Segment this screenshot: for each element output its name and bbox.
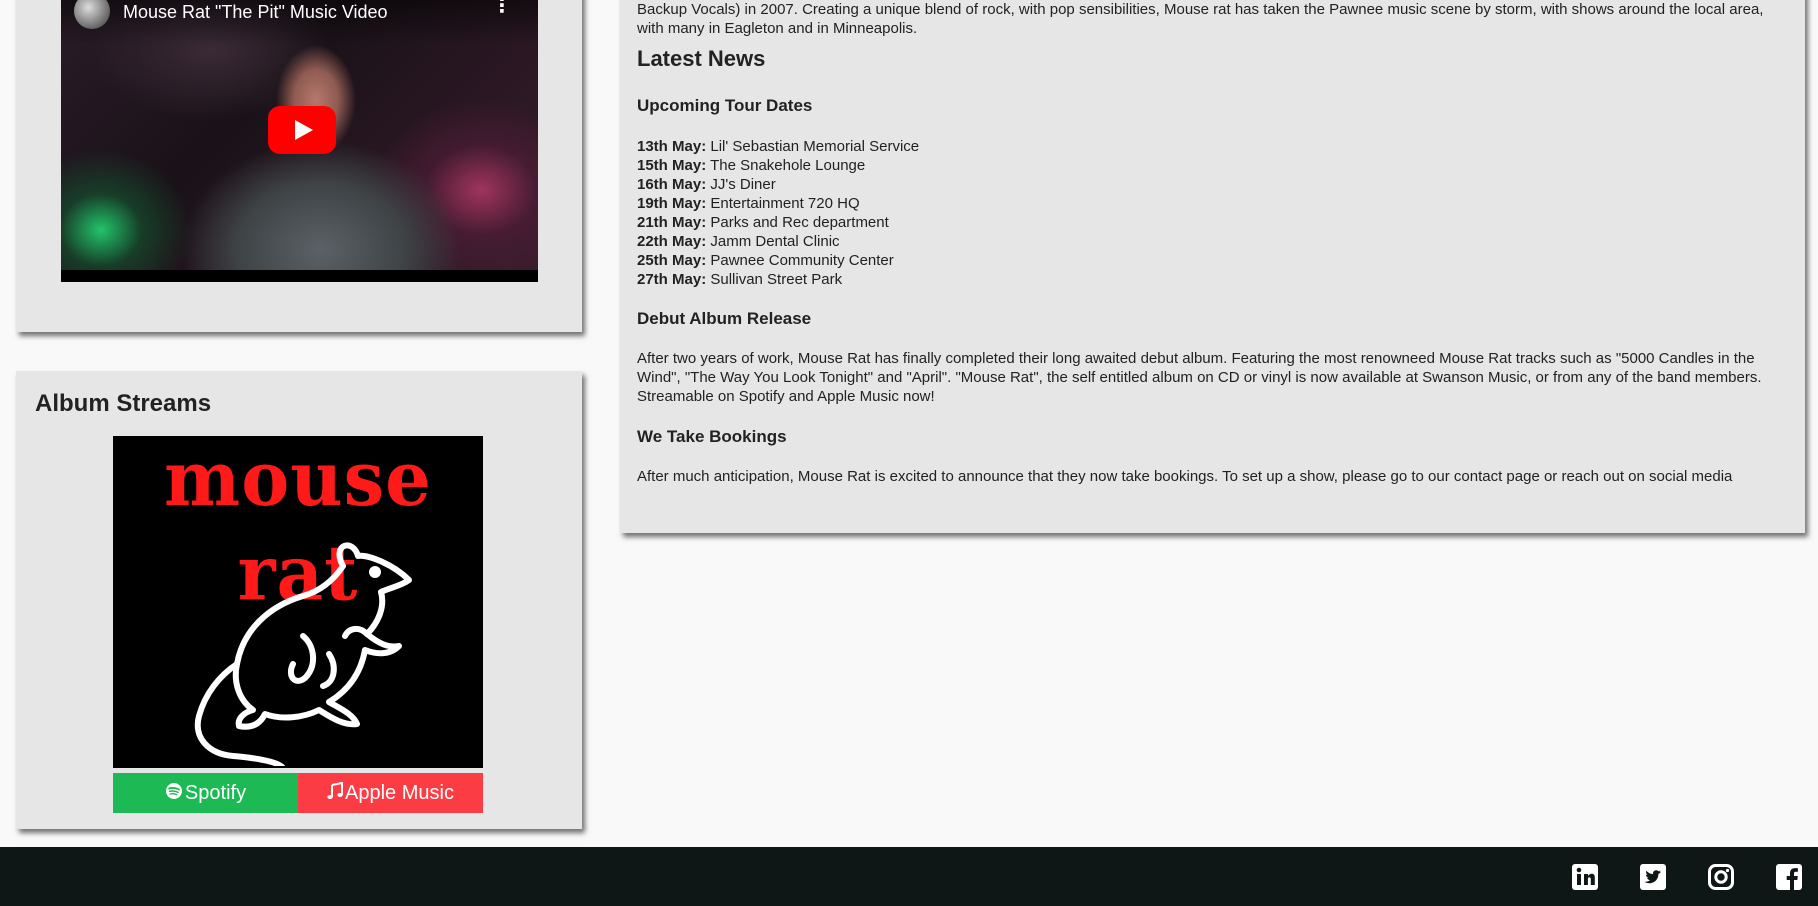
video-card: Mouse Rat "The Pit" Music Video ⋮ [16, 0, 582, 332]
album-streams-heading: Album Streams [35, 390, 212, 417]
tour-date: 21th May: [637, 214, 707, 231]
apple-music-button[interactable]: Apple Music [298, 773, 483, 813]
youtube-video-player[interactable]: Mouse Rat "The Pit" Music Video ⋮ [61, 0, 538, 282]
album-release-text: After two years of work, Mouse Rat has f… [637, 350, 1762, 405]
tour-venue: Jamm Dental Clinic [710, 233, 840, 250]
tour-venue: The Snakehole Lounge [710, 157, 866, 174]
tour-date-item: 22th May: Jamm Dental Clinic [637, 232, 919, 251]
album-cover: mouse rat [113, 436, 483, 768]
album-release-heading: Debut Album Release [637, 309, 812, 328]
apple-music-label: Apple Music [345, 781, 454, 804]
tour-venue: Parks and Rec department [710, 214, 889, 231]
tour-date-item: 19th May: Entertainment 720 HQ [637, 194, 919, 213]
bookings-heading: We Take Bookings [637, 427, 787, 446]
tour-date-item: 27th May: Sullivan Street Park [637, 270, 919, 289]
tour-venue: JJ's Diner [710, 176, 776, 193]
spotify-button[interactable]: Spotify [113, 773, 298, 813]
tour-dates-list: 13th May: Lil' Sebastian Memorial Servic… [637, 137, 919, 289]
site-footer [0, 847, 1818, 906]
band-intro-text: Backup Vocals) in 2007. Creating a uniqu… [637, 1, 1764, 37]
tour-date-item: 16th May: JJ's Diner [637, 175, 919, 194]
rat-illustration [194, 542, 412, 766]
facebook-icon[interactable] [1774, 862, 1804, 892]
instagram-icon[interactable] [1706, 862, 1736, 892]
more-options-icon[interactable]: ⋮ [492, 0, 512, 26]
video-title[interactable]: Mouse Rat "The Pit" Music Video [123, 2, 388, 23]
tour-date-item: 15th May: The Snakehole Lounge [637, 156, 919, 175]
tour-date: 25th May: [637, 252, 707, 269]
bookings-text: After much anticipation, Mouse Rat is ex… [637, 468, 1733, 485]
news-card: Backup Vocals) in 2007. Creating a uniqu… [620, 0, 1805, 533]
spotify-icon [165, 782, 183, 805]
tour-date: 15th May: [637, 157, 707, 174]
tour-venue: Entertainment 720 HQ [710, 195, 860, 212]
tour-venue: Lil' Sebastian Memorial Service [710, 138, 920, 155]
latest-news-heading: Latest News [637, 46, 766, 71]
tour-date: 13th May: [637, 138, 707, 155]
tour-date-item: 13th May: Lil' Sebastian Memorial Servic… [637, 137, 919, 156]
play-button-icon[interactable] [268, 106, 336, 154]
tour-date: 16th May: [637, 176, 707, 193]
album-streams-card: Album Streams mouse rat Spotify Apple Mu… [16, 371, 582, 829]
tour-dates-heading: Upcoming Tour Dates [637, 96, 813, 115]
spotify-label: Spotify [184, 781, 247, 804]
linkedin-icon[interactable] [1570, 862, 1600, 892]
tour-date-item: 21th May: Parks and Rec department [637, 213, 919, 232]
twitter-icon[interactable] [1638, 862, 1668, 892]
music-note-icon [327, 781, 344, 805]
tour-date: 22th May: [637, 233, 707, 250]
tour-venue: Sullivan Street Park [710, 271, 843, 288]
tour-date: 19th May: [637, 195, 707, 212]
tour-venue: Pawnee Community Center [710, 252, 894, 269]
tour-date-item: 25th May: Pawnee Community Center [637, 251, 919, 270]
tour-date: 27th May: [637, 271, 707, 288]
